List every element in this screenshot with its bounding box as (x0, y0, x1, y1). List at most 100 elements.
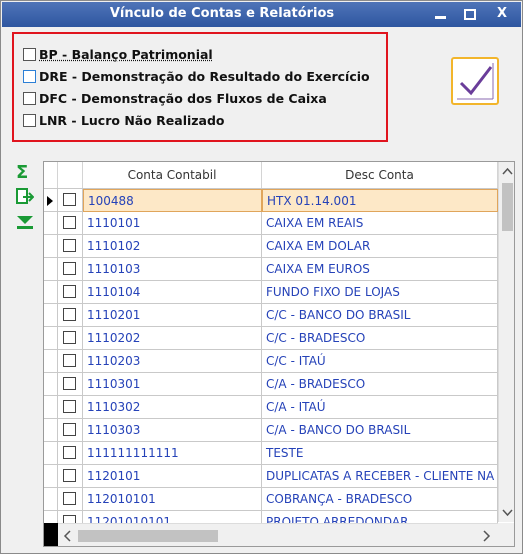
row-indicator (44, 396, 58, 419)
cell-conta-contabil[interactable]: 112010101 (83, 488, 262, 511)
option-dfc[interactable]: DFC - Demonstração dos Fluxos de Caixa (23, 91, 327, 109)
table-row[interactable]: 1110202 C/C - BRADESCO (44, 327, 498, 350)
checkbox-lnr[interactable] (23, 114, 36, 127)
row-select-cell[interactable] (58, 258, 83, 281)
cell-conta-contabil[interactable]: 1110303 (83, 419, 262, 442)
cell-desc-conta[interactable]: CAIXA EM REAIS (262, 212, 498, 235)
cell-conta-contabil[interactable]: 1110203 (83, 350, 262, 373)
maximize-button[interactable] (458, 4, 482, 24)
row-checkbox[interactable] (63, 308, 76, 321)
scroll-left-icon[interactable] (60, 527, 76, 545)
cell-desc-conta[interactable]: C/A - ITAÚ (262, 396, 498, 419)
cell-conta-contabil[interactable]: 1110103 (83, 258, 262, 281)
row-checkbox[interactable] (63, 193, 76, 206)
option-lnr[interactable]: LNR - Lucro Não Realizado (23, 113, 225, 131)
row-checkbox[interactable] (63, 469, 76, 482)
cell-desc-conta[interactable]: C/A - BANCO DO BRASIL (262, 419, 498, 442)
scroll-down-icon[interactable] (499, 503, 514, 521)
table-row[interactable]: 1110104 FUNDO FIXO DE LOJAS (44, 281, 498, 304)
cell-desc-conta[interactable]: HTX 01.14.001 (262, 189, 498, 212)
checkbox-dre[interactable] (23, 70, 36, 83)
vertical-scroll-thumb[interactable] (502, 183, 513, 231)
row-select-cell[interactable] (58, 304, 83, 327)
row-select-cell[interactable] (58, 350, 83, 373)
header-conta-contabil[interactable]: Conta Contabil (83, 162, 262, 188)
scroll-right-icon[interactable] (478, 527, 494, 545)
cell-desc-conta[interactable]: C/A - BRADESCO (262, 373, 498, 396)
row-select-cell[interactable] (58, 281, 83, 304)
table-row[interactable]: 1110201 C/C - BANCO DO BRASIL (44, 304, 498, 327)
table-row[interactable]: 1110301 C/A - BRADESCO (44, 373, 498, 396)
accounts-grid: Conta Contabil Desc Conta 100488 HTX 01.1… (43, 161, 515, 547)
row-checkbox[interactable] (63, 262, 76, 275)
table-row[interactable]: 1110203 C/C - ITAÚ (44, 350, 498, 373)
row-checkbox[interactable] (63, 354, 76, 367)
row-select-cell[interactable] (58, 327, 83, 350)
table-row[interactable]: 111111111111 TESTE (44, 442, 498, 465)
row-checkbox[interactable] (63, 285, 76, 298)
table-row[interactable]: 1110103 CAIXA EM EUROS (44, 258, 498, 281)
row-checkbox[interactable] (63, 446, 76, 459)
cell-conta-contabil[interactable]: 1110102 (83, 235, 262, 258)
row-checkbox[interactable] (63, 331, 76, 344)
cell-desc-conta[interactable]: COBRANÇA - BRADESCO (262, 488, 498, 511)
row-indicator (44, 488, 58, 511)
horizontal-scroll-thumb[interactable] (78, 530, 218, 542)
row-select-cell[interactable] (58, 212, 83, 235)
cell-conta-contabil[interactable]: 1110202 (83, 327, 262, 350)
row-select-cell[interactable] (58, 465, 83, 488)
row-checkbox[interactable] (63, 239, 76, 252)
option-dre-label: DRE - Demonstração do Resultado do Exerc… (39, 69, 370, 84)
table-row[interactable]: 100488 HTX 01.14.001 (44, 189, 498, 212)
cell-conta-contabil[interactable]: 1110201 (83, 304, 262, 327)
row-select-cell[interactable] (58, 419, 83, 442)
row-select-cell[interactable] (58, 488, 83, 511)
close-button[interactable]: X (490, 4, 514, 24)
cell-conta-contabil[interactable]: 1110301 (83, 373, 262, 396)
table-row[interactable]: 1110302 C/A - ITAÚ (44, 396, 498, 419)
collapse-icon[interactable] (16, 215, 34, 236)
row-select-cell[interactable] (58, 235, 83, 258)
cell-desc-conta[interactable]: C/C - BRADESCO (262, 327, 498, 350)
option-bp[interactable]: BP - Balanço Patrimonial (23, 47, 213, 65)
cell-conta-contabil[interactable]: 100488 (83, 189, 262, 212)
row-checkbox[interactable] (63, 492, 76, 505)
current-row-arrow-icon (47, 196, 53, 206)
row-checkbox[interactable] (63, 423, 76, 436)
cell-desc-conta[interactable]: TESTE (262, 442, 498, 465)
table-row[interactable]: 1110303 C/A - BANCO DO BRASIL (44, 419, 498, 442)
option-dre[interactable]: DRE - Demonstração do Resultado do Exerc… (23, 69, 370, 87)
confirm-checkmark-button[interactable] (451, 57, 499, 105)
cell-desc-conta[interactable]: DUPLICATAS A RECEBER - CLIENTE NA (262, 465, 498, 488)
cell-desc-conta[interactable]: C/C - ITAÚ (262, 350, 498, 373)
row-checkbox[interactable] (63, 377, 76, 390)
table-row[interactable]: 1110101 CAIXA EM REAIS (44, 212, 498, 235)
horizontal-scrollbar[interactable] (58, 523, 498, 546)
cell-conta-contabil[interactable]: 1110101 (83, 212, 262, 235)
checkbox-bp[interactable] (23, 48, 36, 61)
minimize-button[interactable] (428, 4, 452, 24)
row-checkbox[interactable] (63, 400, 76, 413)
header-desc-conta[interactable]: Desc Conta (262, 162, 498, 188)
cell-conta-contabil[interactable]: 111111111111 (83, 442, 262, 465)
cell-desc-conta[interactable]: C/C - BANCO DO BRASIL (262, 304, 498, 327)
table-row[interactable]: 1110102 CAIXA EM DOLAR (44, 235, 498, 258)
cell-conta-contabil[interactable]: 1120101 (83, 465, 262, 488)
cell-desc-conta[interactable]: CAIXA EM EUROS (262, 258, 498, 281)
table-row[interactable]: 112010101 COBRANÇA - BRADESCO (44, 488, 498, 511)
row-select-cell[interactable] (58, 442, 83, 465)
cell-desc-conta[interactable]: CAIXA EM DOLAR (262, 235, 498, 258)
vertical-scrollbar[interactable] (498, 162, 514, 522)
sum-icon[interactable]: Σ (16, 162, 28, 183)
export-icon[interactable] (16, 188, 35, 211)
row-checkbox[interactable] (63, 216, 76, 229)
cell-desc-conta[interactable]: FUNDO FIXO DE LOJAS (262, 281, 498, 304)
table-row[interactable]: 1120101 DUPLICATAS A RECEBER - CLIENTE NA (44, 465, 498, 488)
scroll-up-icon[interactable] (499, 163, 514, 181)
checkbox-dfc[interactable] (23, 92, 36, 105)
cell-conta-contabil[interactable]: 1110104 (83, 281, 262, 304)
row-select-cell[interactable] (58, 189, 83, 212)
row-select-cell[interactable] (58, 396, 83, 419)
row-select-cell[interactable] (58, 373, 83, 396)
cell-conta-contabil[interactable]: 1110302 (83, 396, 262, 419)
